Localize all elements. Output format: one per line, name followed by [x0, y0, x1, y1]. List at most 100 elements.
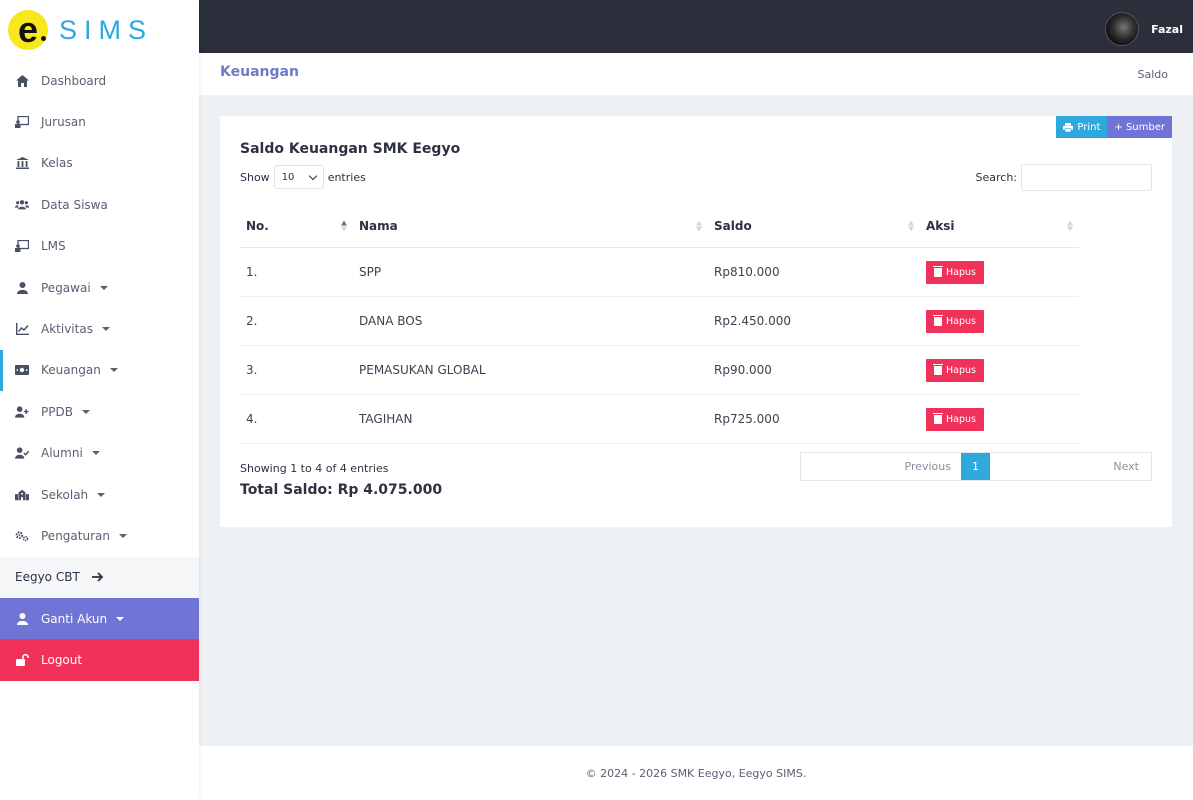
- user-menu[interactable]: Fazal: [1105, 12, 1183, 46]
- sidebar-item-label: Aktivitas: [41, 322, 93, 337]
- column-header-aksi[interactable]: Aksi: [920, 219, 1079, 233]
- brand-logo: e: [8, 10, 48, 50]
- trash-icon: [933, 314, 943, 326]
- delete-button[interactable]: Hapus: [926, 358, 984, 382]
- sort-icon: [1067, 220, 1073, 231]
- pagination-previous[interactable]: Previous: [801, 460, 961, 473]
- school-icon: [15, 488, 29, 502]
- print-button[interactable]: Print: [1056, 116, 1108, 138]
- card-actions: Print + Sumber: [1056, 116, 1172, 138]
- sidebar-item-aktivitas[interactable]: Aktivitas: [0, 308, 199, 349]
- cell-aksi: Hapus: [920, 260, 1079, 284]
- topbar: Fazal: [199, 0, 1193, 53]
- page-title: Keuangan: [220, 64, 299, 80]
- avatar[interactable]: [1105, 12, 1140, 46]
- add-sumber-button[interactable]: + Sumber: [1107, 116, 1172, 138]
- chevron-down-icon: [308, 171, 317, 180]
- search-filter: Search:: [975, 164, 1152, 191]
- pagination-next[interactable]: Next: [990, 460, 1151, 473]
- entries-select[interactable]: 10: [273, 165, 324, 189]
- sidebar-item-keuangan[interactable]: Keuangan: [0, 349, 199, 392]
- sidebar-item-label: LMS: [41, 239, 66, 254]
- pagination: Previous 1 Next: [800, 452, 1152, 481]
- sidebar-item-label: Keuangan: [41, 363, 101, 378]
- cell-saldo: Rp2.450.000: [714, 314, 792, 328]
- cell-no: 4.: [246, 412, 258, 426]
- sidebar-item-label: Pengaturan: [41, 528, 110, 543]
- sort-icon: [696, 220, 702, 231]
- chalkboard-icon: [15, 115, 29, 129]
- print-icon: [1063, 122, 1074, 132]
- cell-saldo: Rp725.000: [714, 412, 780, 426]
- cell-aksi: Hapus: [920, 358, 1079, 382]
- cell-no: 3.: [246, 363, 258, 377]
- brand-name: SIMS: [59, 14, 154, 45]
- caret-down-icon: [99, 285, 108, 290]
- caret-down-icon: [97, 492, 106, 497]
- delete-button[interactable]: Hapus: [926, 407, 984, 431]
- sidebar-item-alumni[interactable]: Alumni: [0, 433, 199, 474]
- sidebar-item-lms[interactable]: LMS: [0, 226, 199, 267]
- add-sumber-label: + Sumber: [1114, 121, 1165, 133]
- arrow-right-icon: [91, 572, 104, 583]
- caret-down-icon: [116, 616, 125, 621]
- cell-nama: TAGIHAN: [359, 412, 413, 426]
- pagination-page-1[interactable]: 1: [961, 453, 990, 480]
- sidebar-item-ppdb[interactable]: PPDB: [0, 391, 199, 432]
- sort-icon: [341, 220, 347, 231]
- cell-nama: PEMASUKAN GLOBAL: [359, 363, 486, 377]
- delete-button[interactable]: Hapus: [926, 260, 984, 284]
- caret-down-icon: [101, 327, 110, 332]
- total-saldo: Total Saldo: Rp 4.075.000: [240, 482, 443, 498]
- sidebar-item-label: Sekolah: [41, 487, 89, 502]
- footer-text: © 2024 - 2026 SMK Eegyo, Eegyo SIMS.: [585, 766, 807, 780]
- brand-logo-letter: e: [17, 9, 39, 50]
- sidebar-item-eegyo-cbt[interactable]: Eegyo CBT: [0, 556, 199, 599]
- sidebar-item-jurusan[interactable]: Jurusan: [0, 101, 199, 142]
- caret-down-icon: [118, 533, 127, 538]
- unlock-icon: [15, 653, 29, 667]
- sidebar-item-label: Jurusan: [41, 115, 86, 130]
- sidebar-item-label: PPDB: [41, 404, 73, 419]
- sidebar: e SIMS Dashboard Jurusan Kelas Data Sisw…: [0, 0, 199, 800]
- user-plus-icon: [15, 405, 29, 419]
- saldo-table: No. Nama Saldo Aksi 1. SPP Rp810.000 Hap…: [240, 204, 1079, 444]
- column-header-nama[interactable]: Nama: [353, 219, 708, 233]
- brand[interactable]: e SIMS: [0, 0, 199, 60]
- cell-no: 1.: [246, 265, 258, 279]
- column-header-no[interactable]: No.: [240, 219, 353, 233]
- sidebar-item-label: Data Siswa: [41, 197, 108, 212]
- sidebar-item-kelas[interactable]: Kelas: [0, 143, 199, 184]
- user-icon: [15, 612, 29, 626]
- search-input[interactable]: [1021, 164, 1152, 191]
- sidebar-item-data-siswa[interactable]: Data Siswa: [0, 184, 199, 225]
- table-header: No. Nama Saldo Aksi: [240, 204, 1079, 248]
- trash-icon: [933, 412, 943, 424]
- sidebar-item-ganti-akun[interactable]: Ganti Akun: [0, 598, 199, 640]
- sidebar-item-logout[interactable]: Logout: [0, 639, 199, 681]
- table-row: 2. DANA BOS Rp2.450.000 Hapus: [240, 297, 1079, 346]
- search-label: Search:: [975, 171, 1018, 184]
- entries-length: Show 10 entries: [240, 165, 366, 189]
- cell-saldo: Rp90.000: [714, 363, 772, 377]
- gears-icon: [15, 529, 29, 543]
- column-label: Nama: [359, 218, 398, 233]
- cell-aksi: Hapus: [920, 407, 1079, 431]
- sort-icon: [908, 220, 914, 231]
- sidebar-item-sekolah[interactable]: Sekolah: [0, 474, 199, 515]
- cell-aksi: Hapus: [920, 309, 1079, 333]
- breadcrumb[interactable]: Saldo: [1138, 68, 1169, 81]
- table-row: 4. TAGIHAN Rp725.000 Hapus: [240, 395, 1079, 444]
- delete-button[interactable]: Hapus: [926, 309, 984, 333]
- delete-label: Hapus: [946, 266, 976, 278]
- trash-icon: [933, 363, 943, 375]
- delete-label: Hapus: [946, 413, 976, 425]
- column-header-saldo[interactable]: Saldo: [708, 219, 920, 233]
- sidebar-item-dashboard[interactable]: Dashboard: [0, 60, 199, 101]
- sidebar-item-label: Alumni: [41, 446, 83, 461]
- cell-nama: SPP: [359, 265, 382, 279]
- sidebar-item-pengaturan[interactable]: Pengaturan: [0, 515, 199, 556]
- trash-icon: [933, 265, 943, 277]
- column-label: Saldo: [714, 218, 752, 233]
- sidebar-item-pegawai[interactable]: Pegawai: [0, 267, 199, 308]
